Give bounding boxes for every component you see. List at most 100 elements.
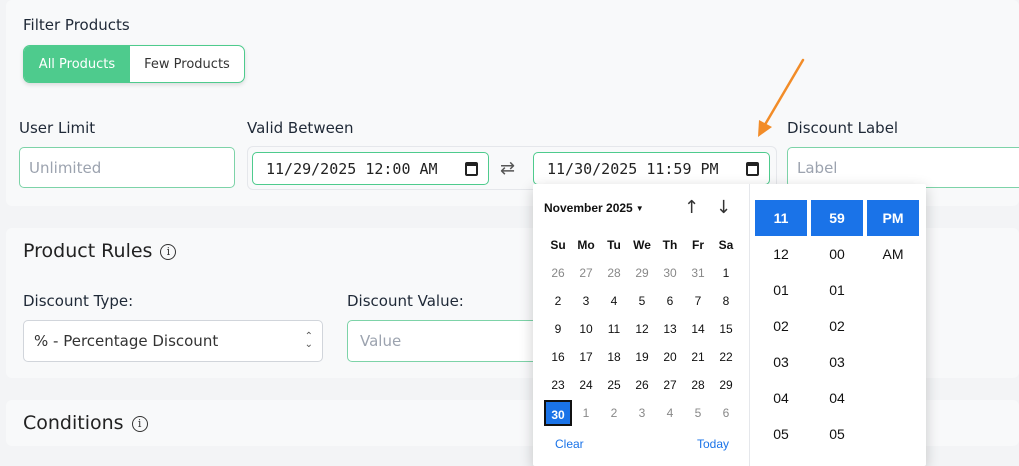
user-limit-label: User Limit xyxy=(19,119,96,137)
hour-option[interactable]: 02 xyxy=(755,308,807,344)
calendar-day[interactable]: 27 xyxy=(656,372,684,398)
calendar-day[interactable]: 16 xyxy=(544,344,572,370)
minute-option[interactable]: 01 xyxy=(811,272,863,308)
caret-down-icon: ▼ xyxy=(635,204,644,213)
weekday-label: Fr xyxy=(692,238,704,252)
end-datetime-value: 11/30/2025 11:59 PM xyxy=(547,159,719,178)
minute-column: 59 00 01 02 03 04 05 xyxy=(811,200,863,452)
hour-option[interactable]: 03 xyxy=(755,344,807,380)
calendar-day[interactable]: 22 xyxy=(712,344,740,370)
discount-type-value: % - Percentage Discount xyxy=(34,332,219,350)
ampm-column: PM AM xyxy=(867,200,919,272)
hour-option[interactable]: 05 xyxy=(755,416,807,452)
am-option[interactable]: AM xyxy=(867,236,919,272)
calendar-week: 9 10 11 12 13 14 15 xyxy=(544,315,740,343)
calendar-day[interactable]: 25 xyxy=(600,372,628,398)
calendar-day[interactable]: 27 xyxy=(572,260,600,286)
chevron-up-down-icon: ⌃ ⌄ xyxy=(304,331,313,350)
pm-option-selected[interactable]: PM xyxy=(867,200,919,236)
info-icon[interactable]: i xyxy=(160,244,177,260)
calendar-day[interactable]: 9 xyxy=(544,316,572,342)
hour-option-selected[interactable]: 11 xyxy=(755,200,807,236)
info-icon[interactable]: i xyxy=(131,416,148,432)
calendar-day[interactable]: 19 xyxy=(628,344,656,370)
weekday-label: Tu xyxy=(607,238,621,252)
today-button[interactable]: Today xyxy=(697,437,729,451)
calendar-week: 2 3 4 5 6 7 8 xyxy=(544,287,740,315)
discount-value-input[interactable]: Value xyxy=(347,320,547,362)
discount-type-label: Discount Type: xyxy=(23,292,134,310)
clear-button[interactable]: Clear xyxy=(555,437,584,451)
weekday-label: Sa xyxy=(718,238,734,252)
calendar-day[interactable]: 2 xyxy=(544,288,572,314)
calendar-day[interactable]: 29 xyxy=(628,260,656,286)
calendar-day[interactable]: 11 xyxy=(600,316,628,342)
minute-option[interactable]: 00 xyxy=(811,236,863,272)
calendar-day[interactable]: 24 xyxy=(572,372,600,398)
discount-label-input[interactable]: Label xyxy=(787,147,1019,188)
all-products-option[interactable]: All Products xyxy=(24,46,130,82)
previous-month-arrow-icon[interactable]: ↑ xyxy=(684,197,699,218)
discount-type-select[interactable]: % - Percentage Discount ⌃ ⌄ xyxy=(23,320,323,362)
product-filter-toggle: All Products Few Products xyxy=(23,45,245,83)
weekday-label: We xyxy=(633,238,651,252)
calendar-day[interactable]: 20 xyxy=(656,344,684,370)
few-products-option[interactable]: Few Products xyxy=(130,46,244,82)
calendar-day[interactable]: 17 xyxy=(572,344,600,370)
calendar-week: 26 27 28 29 30 31 1 xyxy=(544,259,740,287)
product-rules-title-text: Product Rules xyxy=(23,240,153,262)
weekday-label: Su xyxy=(550,238,566,252)
calendar-day[interactable]: 4 xyxy=(656,400,684,426)
calendar-day[interactable]: 6 xyxy=(712,400,740,426)
swap-arrows-icon: ⇄ xyxy=(500,158,516,179)
calendar-day[interactable]: 1 xyxy=(712,260,740,286)
hour-option[interactable]: 01 xyxy=(755,272,807,308)
calendar-day[interactable]: 30 xyxy=(656,260,684,286)
minute-option[interactable]: 03 xyxy=(811,344,863,380)
calendar-day[interactable]: 21 xyxy=(684,344,712,370)
calendar-day[interactable]: 15 xyxy=(712,316,740,342)
minute-option[interactable]: 05 xyxy=(811,416,863,452)
calendar-day[interactable]: 5 xyxy=(628,288,656,314)
calendar-day[interactable]: 6 xyxy=(656,288,684,314)
calendar-day[interactable]: 7 xyxy=(684,288,712,314)
next-month-arrow-icon[interactable]: ↓ xyxy=(716,197,731,218)
calendar-day[interactable]: 23 xyxy=(544,372,572,398)
calendar-day[interactable]: 5 xyxy=(684,400,712,426)
calendar-day[interactable]: 8 xyxy=(712,288,740,314)
calendar-week: 23 24 25 26 27 28 29 xyxy=(544,371,740,399)
calendar-day[interactable]: 26 xyxy=(544,260,572,286)
calendar-day[interactable]: 29 xyxy=(712,372,740,398)
calendar-day[interactable]: 4 xyxy=(600,288,628,314)
calendar-day[interactable]: 31 xyxy=(684,260,712,286)
minute-option-selected[interactable]: 59 xyxy=(811,200,863,236)
calendar-week: 16 17 18 19 20 21 22 xyxy=(544,343,740,371)
calendar-icon[interactable] xyxy=(746,162,759,176)
calendar-day-selected[interactable]: 30 xyxy=(544,400,572,426)
end-datetime-input[interactable]: 11/30/2025 11:59 PM xyxy=(533,152,770,185)
hour-option[interactable]: 12 xyxy=(755,236,807,272)
calendar-day[interactable]: 3 xyxy=(628,400,656,426)
hour-option[interactable]: 04 xyxy=(755,380,807,416)
calendar-day[interactable]: 1 xyxy=(572,400,600,426)
calendar-icon[interactable] xyxy=(465,162,478,176)
start-datetime-input[interactable]: 11/29/2025 12:00 AM xyxy=(252,152,489,185)
calendar-day[interactable]: 3 xyxy=(572,288,600,314)
valid-between-label: Valid Between xyxy=(247,119,354,137)
calendar-day[interactable]: 13 xyxy=(656,316,684,342)
calendar-day[interactable]: 28 xyxy=(684,372,712,398)
discount-value-label: Discount Value: xyxy=(347,292,464,310)
calendar-day[interactable]: 18 xyxy=(600,344,628,370)
calendar-day[interactable]: 10 xyxy=(572,316,600,342)
minute-option[interactable]: 02 xyxy=(811,308,863,344)
calendar-day[interactable]: 12 xyxy=(628,316,656,342)
user-limit-input[interactable]: Unlimited xyxy=(19,147,235,188)
calendar-day[interactable]: 26 xyxy=(628,372,656,398)
calendar-day[interactable]: 28 xyxy=(600,260,628,286)
calendar-day[interactable]: 2 xyxy=(600,400,628,426)
minute-option[interactable]: 04 xyxy=(811,380,863,416)
weekday-header: Su Mo Tu We Th Fr Sa xyxy=(544,231,740,259)
month-year-selector[interactable]: November 2025 ▼ xyxy=(544,201,644,215)
calendar-day[interactable]: 14 xyxy=(684,316,712,342)
weekday-label: Mo xyxy=(577,238,595,252)
